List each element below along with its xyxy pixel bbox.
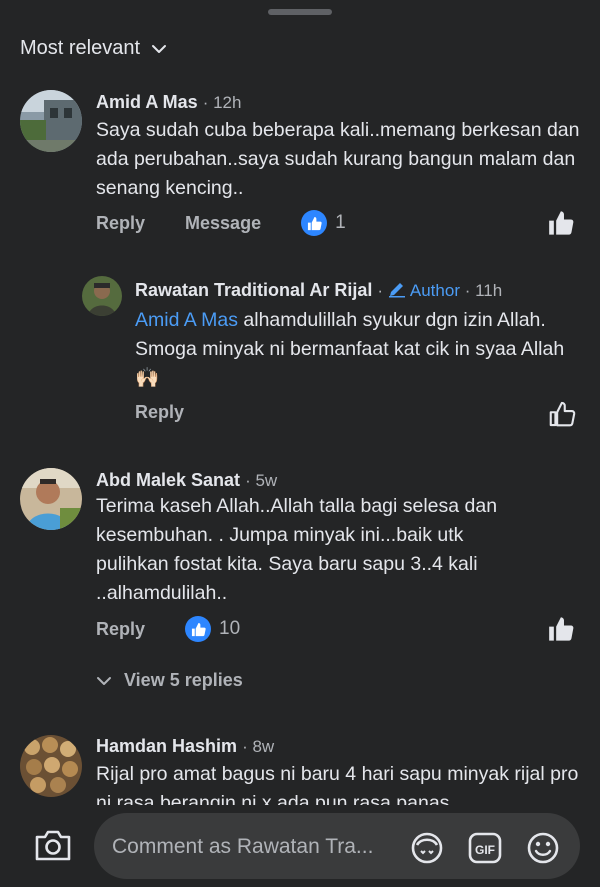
emoji-icon[interactable] xyxy=(526,831,560,865)
comment-text: Saya sudah cuba beberapa kali..memang be… xyxy=(96,119,580,199)
comment-time: · 5w xyxy=(245,471,278,490)
chevron-down-icon xyxy=(97,676,111,685)
comment-composer-bar: Comment as Rawatan Tra... GIF xyxy=(0,805,600,887)
author-badge: Author xyxy=(388,281,465,300)
reply-button[interactable]: Reply xyxy=(96,213,145,234)
comment-time: · 11h xyxy=(464,281,503,300)
comment-time: · 12h xyxy=(202,93,242,112)
view-replies-label: View 5 replies xyxy=(124,670,243,690)
commenter-name[interactable]: Hamdan Hashim xyxy=(96,736,237,756)
comment-placeholder: Comment as Rawatan Tra... xyxy=(112,835,374,858)
message-button[interactable]: Message xyxy=(185,213,261,234)
sort-dropdown[interactable]: Most relevant xyxy=(20,37,168,60)
reply-button[interactable]: Reply xyxy=(135,402,184,423)
drag-handle[interactable] xyxy=(268,9,332,15)
like-count: 10 xyxy=(219,618,241,639)
avatar[interactable] xyxy=(20,90,82,152)
svg-text:GIF: GIF xyxy=(475,843,495,857)
reply-button[interactable]: Reply xyxy=(96,619,145,640)
comment-text: Amid A Mas alhamdulillah syukur dgn izin… xyxy=(135,309,565,389)
comment-input[interactable]: Comment as Rawatan Tra... GIF xyxy=(94,813,580,879)
like-count: 1 xyxy=(335,212,346,233)
camera-icon[interactable] xyxy=(34,828,72,862)
reaction-count[interactable]: 10 xyxy=(185,616,240,642)
gif-icon[interactable]: GIF xyxy=(468,831,502,865)
comment-text: Terima kaseh Allah..Allah talla bagi sel… xyxy=(96,495,498,604)
like-filled-icon[interactable] xyxy=(548,615,576,643)
sort-label: Most relevant xyxy=(20,37,141,59)
like-filled-icon[interactable] xyxy=(548,209,576,237)
avatar[interactable] xyxy=(82,276,122,316)
avatar[interactable] xyxy=(20,468,82,530)
avatar[interactable] xyxy=(20,735,82,797)
author-label: Author xyxy=(409,281,460,300)
pencil-icon xyxy=(389,283,406,298)
reaction-count[interactable]: 1 xyxy=(301,210,346,236)
chevron-down-icon xyxy=(152,44,167,53)
view-replies-button[interactable]: View 5 replies xyxy=(96,670,243,691)
comment-time: · 8w xyxy=(242,737,275,756)
commenter-name[interactable]: Amid A Mas xyxy=(96,92,198,112)
avatar-sticker-icon[interactable] xyxy=(410,831,444,865)
commenter-name[interactable]: Abd Malek Sanat xyxy=(96,470,240,490)
like-reaction-icon xyxy=(185,616,212,642)
commenter-name[interactable]: Rawatan Traditional Ar Rijal xyxy=(135,280,372,300)
like-outline-icon[interactable] xyxy=(549,400,577,428)
mention-link[interactable]: Amid A Mas xyxy=(135,309,238,331)
like-reaction-icon xyxy=(301,210,328,236)
